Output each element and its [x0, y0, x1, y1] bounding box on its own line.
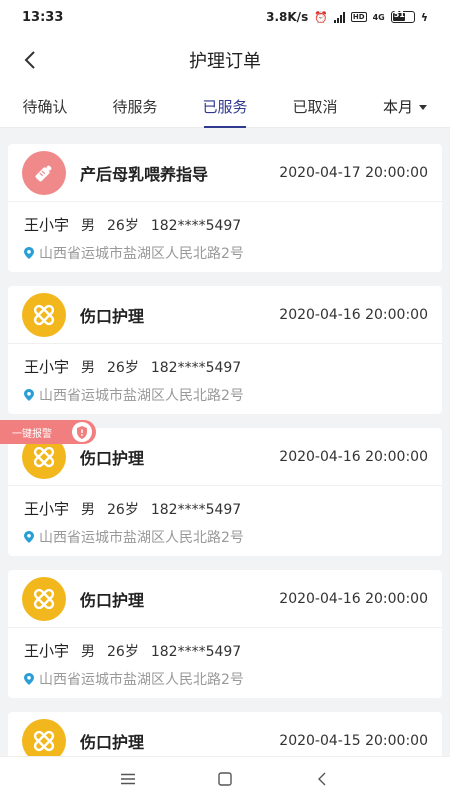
- back-button[interactable]: [14, 44, 46, 76]
- service-time: 2020-04-16 20:00:00: [279, 306, 428, 323]
- nav-home-button[interactable]: [210, 764, 240, 794]
- status-bar: 13:33 3.8K/s ⏰ HD 4G 51 ϟ: [0, 0, 450, 34]
- tab-pending-confirm[interactable]: 待确认: [0, 86, 90, 128]
- service-time: 2020-04-16 20:00:00: [279, 590, 428, 607]
- order-card[interactable]: 伤口护理 2020-04-16 20:00:00 王小宇 男 26岁 182**…: [8, 570, 442, 698]
- baby-bottle-icon: [22, 150, 66, 195]
- header: 护理订单: [0, 34, 450, 86]
- service-name: 产后母乳喂养指导: [80, 164, 209, 184]
- patient-age: 26岁: [107, 218, 139, 234]
- address-row: 山西省运城市盐湖区人民北路2号: [8, 519, 442, 547]
- tab-cancelled[interactable]: 已取消: [270, 86, 360, 128]
- service-time: 2020-04-17 20:00:00: [279, 164, 428, 181]
- service-name: 伤口护理: [80, 590, 145, 610]
- signal-icon: [333, 11, 345, 23]
- patient-age: 26岁: [107, 502, 139, 518]
- month-filter-label: 本月: [382, 97, 413, 116]
- tab-pending-service[interactable]: 待服务: [90, 86, 180, 128]
- tab-bar: 待确认 待服务 已服务 已取消 本月: [0, 86, 450, 128]
- tab-served[interactable]: 已服务: [180, 86, 270, 128]
- hd-icon: HD: [350, 12, 367, 22]
- patient-phone: 182****5497: [150, 502, 242, 518]
- bandage-icon: [22, 292, 66, 337]
- address-row: 山西省运城市盐湖区人民北路2号: [8, 235, 442, 263]
- square-icon: [218, 771, 232, 786]
- address-text: 山西省运城市盐湖区人民北路2号: [39, 530, 244, 546]
- caret-down-icon: [419, 104, 427, 110]
- menu-icon: [121, 773, 136, 784]
- address-row: 山西省运城市盐湖区人民北路2号: [8, 377, 442, 405]
- sos-label: 一键报警: [12, 428, 52, 440]
- service-name: 伤口护理: [80, 732, 145, 752]
- patient-info: 王小宇 男 26岁 182****5497: [8, 486, 442, 519]
- address-text: 山西省运城市盐湖区人民北路2号: [39, 672, 244, 688]
- service-name: 伤口护理: [80, 306, 145, 326]
- order-card[interactable]: 伤口护理 2020-04-16 20:00:00 王小宇 男 26岁 182**…: [8, 286, 442, 414]
- service-name: 伤口护理: [80, 448, 145, 468]
- order-card[interactable]: 伤口护理 2020-04-15 20:00:00: [8, 712, 442, 756]
- location-pin-icon: [24, 673, 34, 685]
- page-title: 护理订单: [189, 51, 261, 72]
- alarm-icon: ⏰: [314, 10, 328, 24]
- patient-info: 王小宇 男 26岁 182****5497: [8, 202, 442, 235]
- address-text: 山西省运城市盐湖区人民北路2号: [39, 246, 244, 262]
- patient-name: 王小宇: [24, 642, 70, 660]
- address-text: 山西省运城市盐湖区人民北路2号: [39, 388, 244, 404]
- patient-phone: 182****5497: [150, 360, 242, 376]
- order-card-header: 产后母乳喂养指导 2020-04-17 20:00:00: [8, 144, 442, 202]
- order-card-header: 伤口护理 2020-04-16 20:00:00: [8, 570, 442, 628]
- order-card[interactable]: 伤口护理 2020-04-16 20:00:00 王小宇 男 26岁 182**…: [8, 428, 442, 556]
- battery-icon: 51: [390, 10, 415, 23]
- service-time: 2020-04-15 20:00:00: [279, 732, 428, 749]
- status-indicators: 3.8K/s ⏰ HD 4G 51 ϟ: [266, 10, 428, 24]
- patient-age: 26岁: [107, 644, 139, 660]
- nav-menu-button[interactable]: [113, 764, 143, 794]
- location-pin-icon: [24, 531, 34, 543]
- shield-alarm-icon: [72, 422, 92, 442]
- location-pin-icon: [24, 247, 34, 259]
- patient-info: 王小宇 男 26岁 182****5497: [8, 628, 442, 661]
- order-card-header: 伤口护理 2020-04-15 20:00:00: [8, 712, 442, 756]
- order-card[interactable]: 产后母乳喂养指导 2020-04-17 20:00:00 王小宇 男 26岁 1…: [8, 144, 442, 272]
- nav-back-button[interactable]: [307, 764, 337, 794]
- patient-gender: 男: [81, 502, 96, 518]
- patient-gender: 男: [81, 218, 96, 234]
- patient-gender: 男: [81, 644, 96, 660]
- charging-icon: ϟ: [420, 10, 428, 24]
- bandage-icon: [22, 576, 66, 621]
- battery-level: 51: [393, 10, 405, 19]
- order-card-header: 伤口护理 2020-04-16 20:00:00: [8, 286, 442, 344]
- month-filter-dropdown[interactable]: 本月: [360, 86, 450, 128]
- patient-phone: 182****5497: [150, 644, 242, 660]
- patient-phone: 182****5497: [150, 218, 242, 234]
- patient-name: 王小宇: [24, 500, 70, 518]
- chevron-left-icon: [317, 772, 326, 785]
- patient-age: 26岁: [107, 360, 139, 376]
- sos-alarm-button[interactable]: 一键报警: [0, 420, 96, 444]
- status-time: 13:33: [22, 9, 64, 25]
- chevron-left-icon: [24, 51, 35, 69]
- patient-name: 王小宇: [24, 216, 70, 234]
- address-row: 山西省运城市盐湖区人民北路2号: [8, 661, 442, 689]
- patient-name: 王小宇: [24, 358, 70, 376]
- network-speed: 3.8K/s: [266, 10, 309, 24]
- patient-gender: 男: [81, 360, 96, 376]
- service-time: 2020-04-16 20:00:00: [279, 448, 428, 465]
- bandage-icon: [22, 718, 66, 756]
- location-pin-icon: [24, 389, 34, 401]
- network-type: 4G: [372, 12, 385, 22]
- system-nav-bar: [0, 756, 450, 800]
- patient-info: 王小宇 男 26岁 182****5497: [8, 344, 442, 377]
